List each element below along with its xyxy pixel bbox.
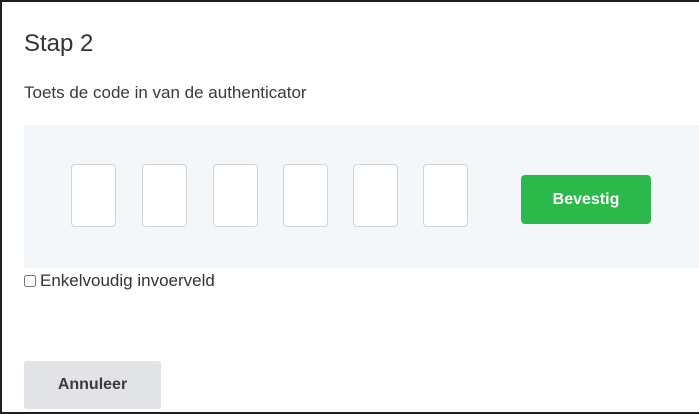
code-digit-1[interactable]	[71, 164, 116, 227]
confirm-button[interactable]: Bevestig	[521, 175, 651, 224]
code-entry-panel: Bevestig	[24, 125, 699, 268]
single-field-label: Enkelvoudig invoerveld	[40, 271, 215, 290]
code-digit-2[interactable]	[142, 164, 187, 227]
single-field-checkbox[interactable]	[24, 275, 36, 287]
code-digit-5[interactable]	[353, 164, 398, 227]
step-instruction: Toets de code in van de authenticator	[24, 83, 307, 102]
code-digit-3[interactable]	[213, 164, 258, 227]
code-digit-6[interactable]	[423, 164, 468, 227]
cancel-button[interactable]: Annuleer	[24, 361, 161, 409]
code-digit-4[interactable]	[283, 164, 328, 227]
step-title: Stap 2	[24, 30, 94, 57]
single-field-option[interactable]: Enkelvoudig invoerveld	[24, 271, 215, 291]
